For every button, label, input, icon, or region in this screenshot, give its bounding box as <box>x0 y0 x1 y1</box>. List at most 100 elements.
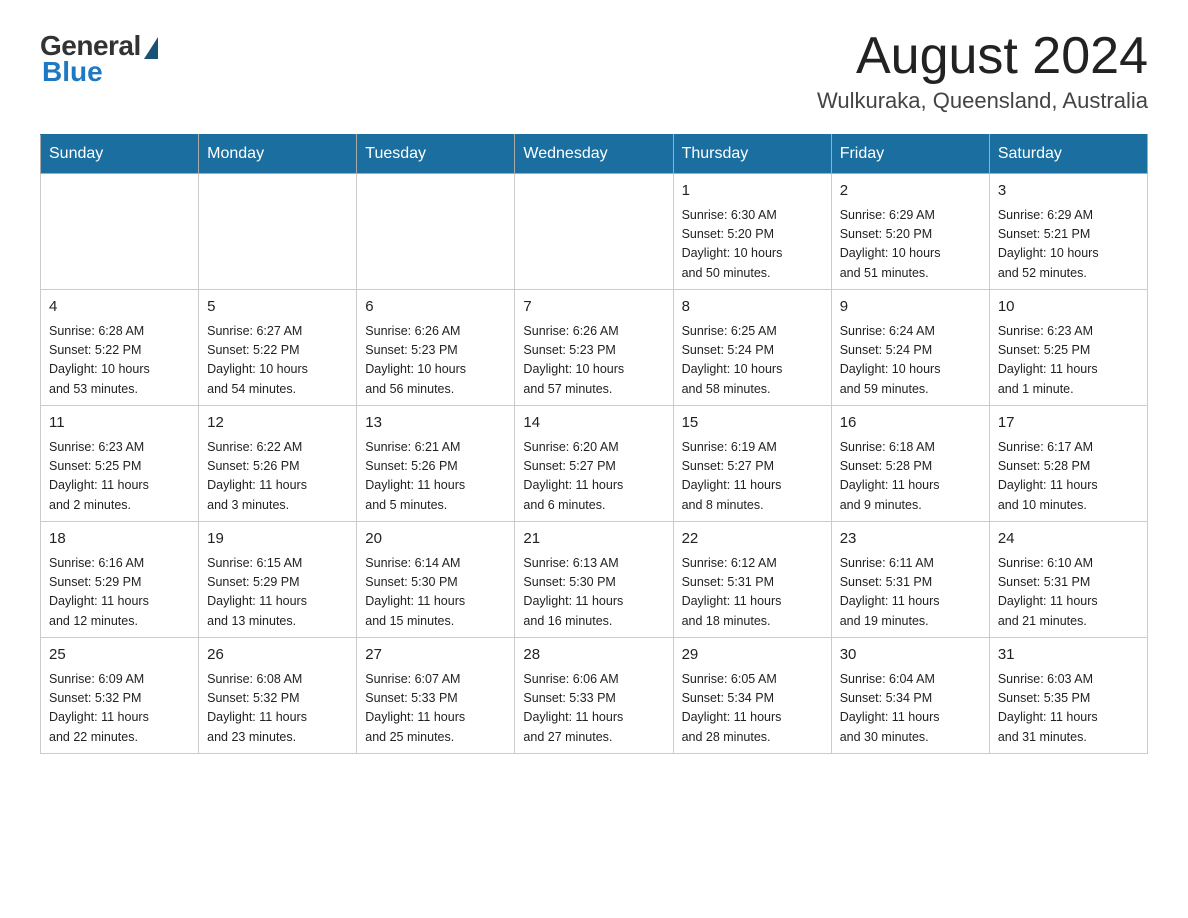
week-row-1: 1 Sunrise: 6:30 AMSunset: 5:20 PMDaylight… <box>41 174 1148 290</box>
calendar-cell: 4 Sunrise: 6:28 AMSunset: 5:22 PMDaylight… <box>41 290 199 406</box>
calendar-cell: 19 Sunrise: 6:15 AMSunset: 5:29 PMDayligh… <box>199 522 357 638</box>
day-info: Sunrise: 6:15 AMSunset: 5:29 PMDaylight:… <box>207 554 348 632</box>
month-title: August 2024 <box>817 30 1148 82</box>
day-number: 19 <box>207 528 348 551</box>
day-info: Sunrise: 6:29 AMSunset: 5:21 PMDaylight:… <box>998 206 1139 284</box>
calendar-cell: 11 Sunrise: 6:23 AMSunset: 5:25 PMDayligh… <box>41 406 199 522</box>
day-info: Sunrise: 6:06 AMSunset: 5:33 PMDaylight:… <box>523 670 664 748</box>
day-number: 13 <box>365 412 506 435</box>
day-info: Sunrise: 6:24 AMSunset: 5:24 PMDaylight:… <box>840 322 981 400</box>
day-number: 4 <box>49 296 190 319</box>
day-info: Sunrise: 6:16 AMSunset: 5:29 PMDaylight:… <box>49 554 190 632</box>
day-number: 14 <box>523 412 664 435</box>
day-info: Sunrise: 6:10 AMSunset: 5:31 PMDaylight:… <box>998 554 1139 632</box>
day-info: Sunrise: 6:21 AMSunset: 5:26 PMDaylight:… <box>365 438 506 516</box>
day-number: 3 <box>998 180 1139 203</box>
day-info: Sunrise: 6:23 AMSunset: 5:25 PMDaylight:… <box>49 438 190 516</box>
column-header-saturday: Saturday <box>989 135 1147 174</box>
week-row-4: 18 Sunrise: 6:16 AMSunset: 5:29 PMDayligh… <box>41 522 1148 638</box>
day-info: Sunrise: 6:26 AMSunset: 5:23 PMDaylight:… <box>365 322 506 400</box>
day-number: 24 <box>998 528 1139 551</box>
calendar-cell: 31Sunrise: 6:03 AMSunset: 5:35 PMDayligh… <box>989 638 1147 754</box>
calendar-cell: 1 Sunrise: 6:30 AMSunset: 5:20 PMDaylight… <box>673 174 831 290</box>
day-number: 15 <box>682 412 823 435</box>
calendar-cell: 8 Sunrise: 6:25 AMSunset: 5:24 PMDaylight… <box>673 290 831 406</box>
day-info: Sunrise: 6:14 AMSunset: 5:30 PMDaylight:… <box>365 554 506 632</box>
calendar-cell: 23 Sunrise: 6:11 AMSunset: 5:31 PMDayligh… <box>831 522 989 638</box>
day-number: 18 <box>49 528 190 551</box>
logo-blue-text: Blue <box>42 56 103 88</box>
calendar-cell: 25 Sunrise: 6:09 AMSunset: 5:32 PMDayligh… <box>41 638 199 754</box>
calendar-cell: 21Sunrise: 6:13 AMSunset: 5:30 PMDayligh… <box>515 522 673 638</box>
day-number: 31 <box>998 644 1139 667</box>
day-info: Sunrise: 6:17 AMSunset: 5:28 PMDaylight:… <box>998 438 1139 516</box>
day-number: 21 <box>523 528 664 551</box>
day-info: Sunrise: 6:19 AMSunset: 5:27 PMDaylight:… <box>682 438 823 516</box>
day-number: 27 <box>365 644 506 667</box>
calendar-cell: 24 Sunrise: 6:10 AMSunset: 5:31 PMDayligh… <box>989 522 1147 638</box>
calendar-cell <box>41 174 199 290</box>
title-section: August 2024 Wulkuraka, Queensland, Austr… <box>817 30 1148 114</box>
week-row-2: 4 Sunrise: 6:28 AMSunset: 5:22 PMDaylight… <box>41 290 1148 406</box>
day-info: Sunrise: 6:29 AMSunset: 5:20 PMDaylight:… <box>840 206 981 284</box>
calendar-cell: 3 Sunrise: 6:29 AMSunset: 5:21 PMDaylight… <box>989 174 1147 290</box>
day-info: Sunrise: 6:20 AMSunset: 5:27 PMDaylight:… <box>523 438 664 516</box>
logo-arrow-icon <box>144 37 158 59</box>
location-subtitle: Wulkuraka, Queensland, Australia <box>817 88 1148 114</box>
calendar-cell <box>515 174 673 290</box>
calendar-cell: 16Sunrise: 6:18 AMSunset: 5:28 PMDayligh… <box>831 406 989 522</box>
day-number: 22 <box>682 528 823 551</box>
day-info: Sunrise: 6:28 AMSunset: 5:22 PMDaylight:… <box>49 322 190 400</box>
calendar-cell: 6Sunrise: 6:26 AMSunset: 5:23 PMDaylight… <box>357 290 515 406</box>
calendar-cell: 30Sunrise: 6:04 AMSunset: 5:34 PMDayligh… <box>831 638 989 754</box>
day-number: 20 <box>365 528 506 551</box>
day-number: 2 <box>840 180 981 203</box>
calendar-cell: 5 Sunrise: 6:27 AMSunset: 5:22 PMDaylight… <box>199 290 357 406</box>
calendar-cell: 12 Sunrise: 6:22 AMSunset: 5:26 PMDayligh… <box>199 406 357 522</box>
calendar-cell: 14 Sunrise: 6:20 AMSunset: 5:27 PMDayligh… <box>515 406 673 522</box>
column-header-friday: Friday <box>831 135 989 174</box>
day-info: Sunrise: 6:07 AMSunset: 5:33 PMDaylight:… <box>365 670 506 748</box>
day-number: 28 <box>523 644 664 667</box>
calendar-cell: 27 Sunrise: 6:07 AMSunset: 5:33 PMDayligh… <box>357 638 515 754</box>
column-header-tuesday: Tuesday <box>357 135 515 174</box>
calendar-cell: 18 Sunrise: 6:16 AMSunset: 5:29 PMDayligh… <box>41 522 199 638</box>
calendar-cell: 17 Sunrise: 6:17 AMSunset: 5:28 PMDayligh… <box>989 406 1147 522</box>
column-header-thursday: Thursday <box>673 135 831 174</box>
calendar-cell <box>199 174 357 290</box>
day-info: Sunrise: 6:12 AMSunset: 5:31 PMDaylight:… <box>682 554 823 632</box>
day-number: 9 <box>840 296 981 319</box>
day-number: 25 <box>49 644 190 667</box>
day-info: Sunrise: 6:11 AMSunset: 5:31 PMDaylight:… <box>840 554 981 632</box>
day-number: 26 <box>207 644 348 667</box>
calendar-cell <box>357 174 515 290</box>
day-info: Sunrise: 6:09 AMSunset: 5:32 PMDaylight:… <box>49 670 190 748</box>
day-info: Sunrise: 6:27 AMSunset: 5:22 PMDaylight:… <box>207 322 348 400</box>
day-number: 29 <box>682 644 823 667</box>
day-number: 1 <box>682 180 823 203</box>
day-number: 23 <box>840 528 981 551</box>
day-number: 7 <box>523 296 664 319</box>
calendar-header-row: SundayMondayTuesdayWednesdayThursdayFrid… <box>41 135 1148 174</box>
day-info: Sunrise: 6:22 AMSunset: 5:26 PMDaylight:… <box>207 438 348 516</box>
day-number: 5 <box>207 296 348 319</box>
day-info: Sunrise: 6:25 AMSunset: 5:24 PMDaylight:… <box>682 322 823 400</box>
calendar-table: SundayMondayTuesdayWednesdayThursdayFrid… <box>40 134 1148 754</box>
day-number: 8 <box>682 296 823 319</box>
day-number: 12 <box>207 412 348 435</box>
column-header-wednesday: Wednesday <box>515 135 673 174</box>
day-info: Sunrise: 6:18 AMSunset: 5:28 PMDaylight:… <box>840 438 981 516</box>
day-number: 11 <box>49 412 190 435</box>
day-info: Sunrise: 6:08 AMSunset: 5:32 PMDaylight:… <box>207 670 348 748</box>
day-number: 17 <box>998 412 1139 435</box>
day-info: Sunrise: 6:30 AMSunset: 5:20 PMDaylight:… <box>682 206 823 284</box>
calendar-cell: 26 Sunrise: 6:08 AMSunset: 5:32 PMDayligh… <box>199 638 357 754</box>
calendar-cell: 10Sunrise: 6:23 AMSunset: 5:25 PMDayligh… <box>989 290 1147 406</box>
column-header-sunday: Sunday <box>41 135 199 174</box>
page-header: General Blue August 2024 Wulkuraka, Quee… <box>40 30 1148 114</box>
calendar-cell: 28 Sunrise: 6:06 AMSunset: 5:33 PMDayligh… <box>515 638 673 754</box>
day-info: Sunrise: 6:04 AMSunset: 5:34 PMDaylight:… <box>840 670 981 748</box>
calendar-cell: 13 Sunrise: 6:21 AMSunset: 5:26 PMDayligh… <box>357 406 515 522</box>
calendar-cell: 22 Sunrise: 6:12 AMSunset: 5:31 PMDayligh… <box>673 522 831 638</box>
logo: General Blue <box>40 30 158 88</box>
